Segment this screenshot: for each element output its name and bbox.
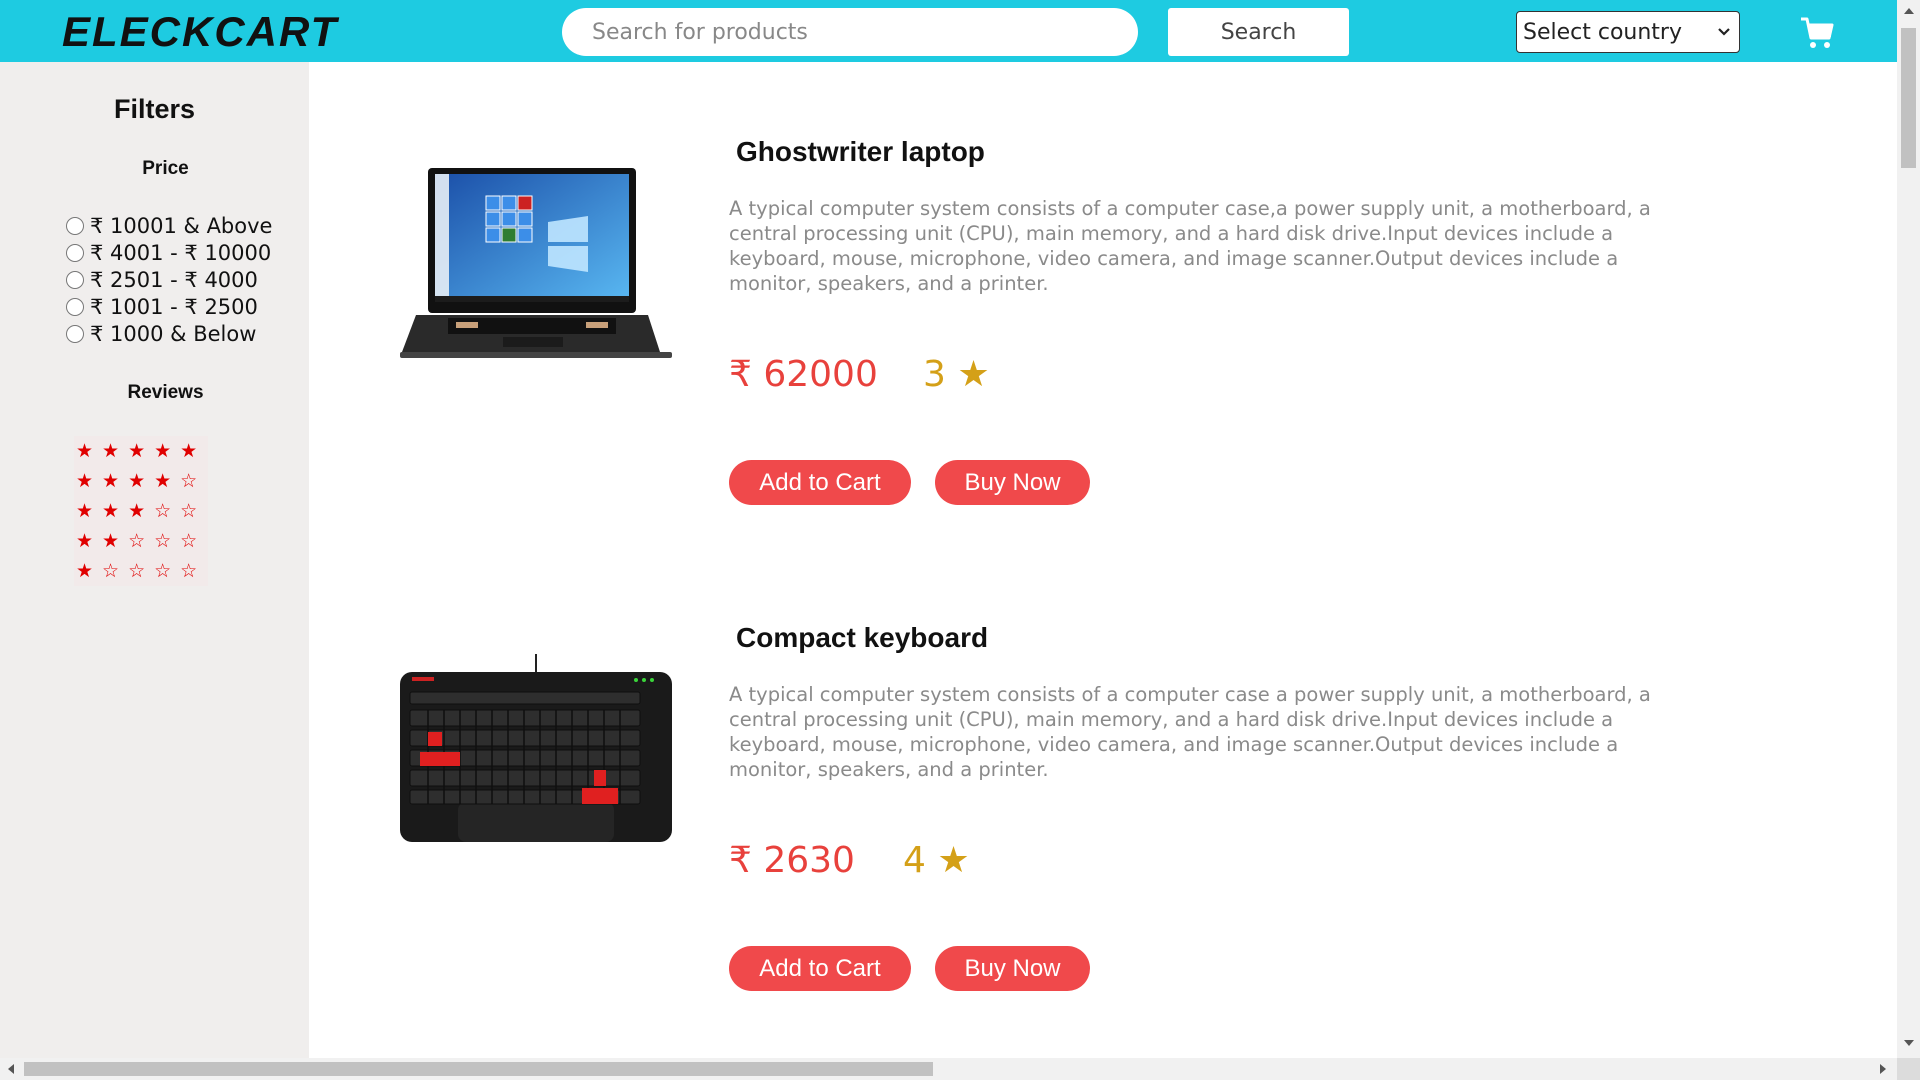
price-option[interactable]: ₹ 2501 - ₹ 4000 — [66, 266, 272, 293]
filters-sidebar: Filters Price ₹ 10001 & Above ₹ 4001 - ₹… — [0, 62, 309, 1062]
radio-button[interactable] — [66, 297, 84, 316]
price-option[interactable]: ₹ 4001 - ₹ 10000 — [66, 239, 272, 266]
price-option[interactable]: ₹ 10001 & Above — [66, 212, 272, 239]
price-option-label: ₹ 1001 - ₹ 2500 — [90, 294, 258, 319]
product-rating: 3 ★ — [923, 354, 990, 395]
shopping-cart-icon[interactable] — [1800, 16, 1834, 50]
reviews-filter-title: Reviews — [127, 382, 204, 403]
country-select[interactable]: Select country — [1516, 11, 1740, 53]
buy-now-button[interactable]: Buy Now — [935, 460, 1090, 505]
product-price: ₹ 2630 — [729, 840, 855, 881]
keyboard-image[interactable] — [398, 652, 674, 852]
site-logo[interactable]: ELECKCART — [62, 8, 338, 56]
radio-button[interactable] — [66, 270, 84, 289]
review-option-1-star[interactable]: ★☆☆☆☆ — [74, 556, 209, 586]
price-filter-list: ₹ 10001 & Above ₹ 4001 - ₹ 10000 ₹ 2501 … — [66, 212, 272, 347]
radio-button[interactable] — [66, 243, 84, 262]
price-option-label: ₹ 10001 & Above — [90, 213, 273, 238]
price-option[interactable]: ₹ 1001 - ₹ 2500 — [66, 293, 272, 320]
buy-now-button[interactable]: Buy Now — [935, 946, 1090, 991]
price-option-label: ₹ 2501 - ₹ 4000 — [90, 267, 258, 292]
scroll-down-arrow-icon[interactable] — [1904, 1040, 1914, 1046]
product-description: A typical computer system consists of a … — [729, 197, 1651, 295]
product-price: ₹ 62000 — [729, 354, 878, 395]
review-option-2-stars[interactable]: ★★☆☆☆ — [74, 526, 209, 556]
product-card: Ghostwriter laptop A typical computer sy… — [380, 62, 1780, 542]
horizontal-scroll-thumb[interactable] — [24, 1062, 933, 1076]
top-header: ELECKCART Search Select country — [0, 0, 1897, 62]
country-select-label: Select country — [1523, 19, 1682, 45]
scroll-up-arrow-icon[interactable] — [1904, 8, 1914, 14]
product-description: A typical computer system consists of a … — [729, 683, 1651, 781]
price-option-label: ₹ 1000 & Below — [90, 321, 257, 346]
product-title[interactable]: Ghostwriter laptop — [736, 136, 985, 168]
scroll-left-arrow-icon[interactable] — [8, 1064, 14, 1074]
horizontal-scrollbar[interactable] — [0, 1058, 1920, 1080]
review-option-3-stars[interactable]: ★★★☆☆ — [74, 496, 209, 526]
product-title[interactable]: Compact keyboard — [736, 622, 988, 654]
add-to-cart-button[interactable]: Add to Cart — [729, 946, 911, 991]
radio-button[interactable] — [66, 324, 84, 343]
price-option[interactable]: ₹ 1000 & Below — [66, 320, 272, 347]
product-rating: 4 ★ — [903, 840, 970, 881]
scroll-right-arrow-icon[interactable] — [1880, 1064, 1886, 1074]
search-input[interactable] — [562, 8, 1138, 56]
review-option-5-stars[interactable]: ★★★★★ — [74, 436, 209, 466]
filters-title: Filters — [113, 94, 196, 124]
scrollbar-corner — [1897, 1058, 1920, 1080]
price-filter-title: Price — [142, 158, 189, 179]
vertical-scroll-thumb[interactable] — [1901, 28, 1916, 168]
vertical-scrollbar[interactable] — [1897, 0, 1920, 1058]
price-option-label: ₹ 4001 - ₹ 10000 — [90, 240, 272, 265]
product-card: Compact keyboard A typical computer syst… — [380, 548, 1780, 1028]
chevron-down-icon — [1718, 28, 1730, 36]
review-option-4-stars[interactable]: ★★★★☆ — [74, 466, 209, 496]
laptop-image[interactable] — [398, 162, 674, 362]
reviews-filter-list: ★★★★★ ★★★★☆ ★★★☆☆ ★★☆☆☆ ★☆☆☆☆ — [74, 436, 209, 586]
radio-button[interactable] — [66, 216, 84, 235]
add-to-cart-button[interactable]: Add to Cart — [729, 460, 911, 505]
search-button[interactable]: Search — [1168, 8, 1349, 56]
